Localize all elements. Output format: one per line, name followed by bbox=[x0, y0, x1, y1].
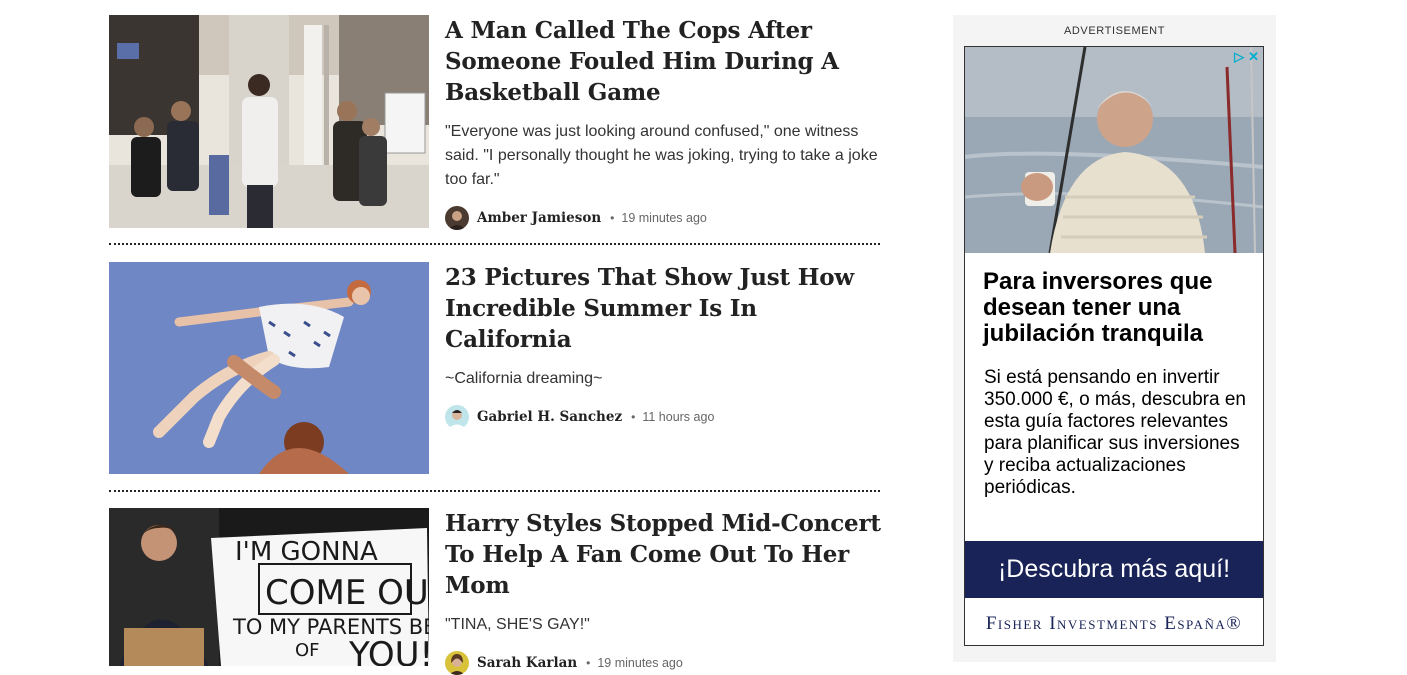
ad-body-text: Si está pensando en invertir 350.000 €, … bbox=[984, 367, 1246, 498]
article-dek: ~California dreaming~ bbox=[445, 370, 603, 387]
sign-text-line: OF bbox=[295, 640, 320, 661]
sign-text-line: YOU!!! bbox=[348, 635, 429, 666]
author-avatar[interactable] bbox=[445, 651, 469, 675]
ad-label: ADVERTISEMENT bbox=[1063, 25, 1166, 37]
article-headline[interactable]: 23 Pictures That Show Just How Incredibl… bbox=[445, 262, 885, 355]
article-byline: Amber Jamieson • 19 minutes ago bbox=[445, 206, 885, 230]
article-thumbnail[interactable] bbox=[109, 262, 429, 474]
author-avatar[interactable] bbox=[445, 405, 469, 429]
ad-brand-logo[interactable]: Fisher Investments España® bbox=[965, 613, 1263, 635]
close-icon[interactable]: ✕ bbox=[1248, 49, 1259, 65]
article-byline: Gabriel H. Sanchez • 11 hours ago bbox=[445, 405, 885, 429]
ad-sidebar: ADVERTISEMENT ▷ ✕ Para inversores que de… bbox=[953, 15, 1276, 662]
ad-image[interactable]: ▷ ✕ bbox=[965, 47, 1263, 253]
article-timestamp: 11 hours ago bbox=[642, 410, 715, 424]
article-dek: "TINA, SHE'S GAY!" bbox=[445, 616, 590, 633]
ad-controls: ▷ ✕ bbox=[1234, 49, 1259, 65]
byline-separator: • bbox=[610, 211, 615, 225]
sign-text-line: COME OUT bbox=[265, 573, 429, 613]
adchoices-icon[interactable]: ▷ bbox=[1234, 49, 1244, 65]
ad-cta-button[interactable]: ¡Descubra más aquí! bbox=[965, 541, 1263, 598]
byline-separator: • bbox=[586, 656, 591, 670]
article-thumbnail[interactable] bbox=[109, 15, 429, 228]
article-headline[interactable]: Harry Styles Stopped Mid-Concert To Help… bbox=[445, 508, 885, 601]
ad-headline[interactable]: Para inversores que desean tener una jub… bbox=[983, 269, 1253, 347]
article-byline: Sarah Karlan • 19 minutes ago bbox=[445, 651, 885, 675]
article-divider bbox=[109, 243, 880, 245]
article-timestamp: 19 minutes ago bbox=[597, 656, 683, 670]
ad-unit[interactable]: ▷ ✕ Para inversores que desean tener una… bbox=[964, 46, 1264, 646]
article-thumbnail[interactable]: I'M GONNA COME OUT TO MY PARENTS BEC OF … bbox=[109, 508, 429, 666]
author-name[interactable]: Gabriel H. Sanchez bbox=[477, 409, 622, 425]
article-dek: "Everyone was just looking around confus… bbox=[445, 123, 878, 188]
byline-separator: • bbox=[631, 410, 636, 424]
article-timestamp: 19 minutes ago bbox=[621, 211, 707, 225]
author-name[interactable]: Amber Jamieson bbox=[477, 210, 601, 226]
article-headline[interactable]: A Man Called The Cops After Someone Foul… bbox=[445, 15, 885, 108]
author-avatar[interactable] bbox=[445, 206, 469, 230]
article-body: A Man Called The Cops After Someone Foul… bbox=[445, 15, 885, 230]
author-name[interactable]: Sarah Karlan bbox=[477, 655, 577, 671]
article-body: Harry Styles Stopped Mid-Concert To Help… bbox=[445, 508, 885, 675]
article-divider bbox=[109, 490, 880, 492]
article-body: 23 Pictures That Show Just How Incredibl… bbox=[445, 262, 885, 429]
sign-text-line: I'M GONNA bbox=[235, 537, 378, 567]
